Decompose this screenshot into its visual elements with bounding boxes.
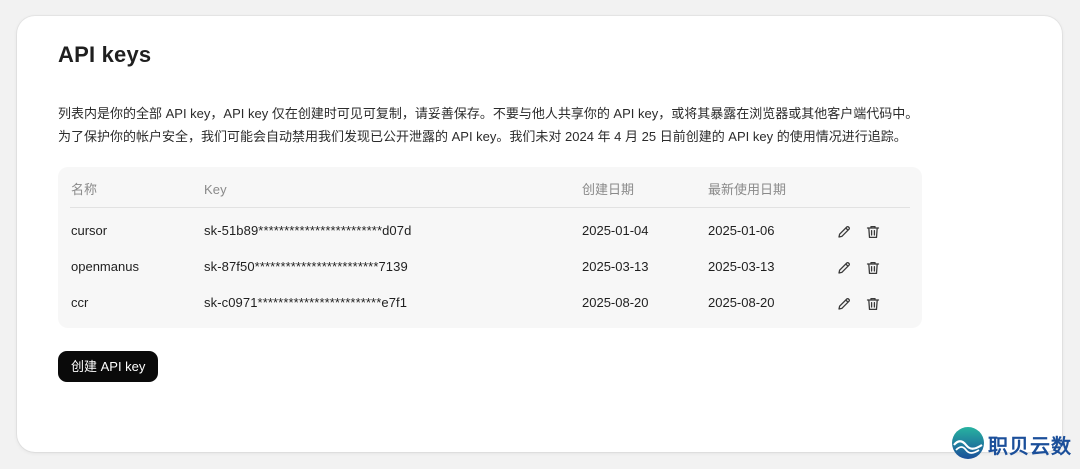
- delete-icon[interactable]: [865, 260, 881, 276]
- row-actions: [836, 249, 890, 285]
- delete-icon[interactable]: [865, 296, 881, 312]
- header-key: Key: [204, 182, 227, 197]
- description-line-2: 为了保护你的帐户安全，我们可能会自动禁用我们发现已公开泄露的 API key。我…: [58, 129, 907, 144]
- header-name: 名称: [71, 182, 98, 197]
- edit-icon[interactable]: [836, 260, 852, 276]
- key-value: sk-51b89************************d07d: [204, 223, 412, 238]
- header-last-used: 最新使用日期: [708, 182, 787, 197]
- key-name: openmanus: [71, 259, 139, 274]
- api-keys-table: 名称 Key 创建日期 最新使用日期 cursor sk-51b89******…: [58, 167, 922, 328]
- table-row: cursor sk-51b89************************d…: [58, 213, 922, 249]
- create-api-key-button[interactable]: 创建 API key: [58, 351, 159, 382]
- key-name: cursor: [71, 223, 108, 238]
- description: 列表内是你的全部 API key，API key 仅在创建时可见可复制，请妥善保…: [58, 102, 938, 148]
- created-date: 2025-03-13: [582, 259, 649, 274]
- description-line-1: 列表内是你的全部 API key，API key 仅在创建时可见可复制，请妥善保…: [58, 106, 919, 121]
- edit-icon[interactable]: [836, 296, 852, 312]
- key-name: ccr: [71, 295, 89, 310]
- api-keys-card: API keys 列表内是你的全部 API key，API key 仅在创建时可…: [17, 16, 1062, 452]
- key-value: sk-87f50************************7139: [204, 259, 408, 274]
- table-header: 名称 Key 创建日期 最新使用日期: [58, 172, 922, 208]
- delete-icon[interactable]: [865, 224, 881, 240]
- table-row: openmanus sk-87f50**********************…: [58, 249, 922, 285]
- watermark: 职贝云数: [951, 426, 1077, 462]
- row-actions: [836, 285, 890, 321]
- page-title: API keys: [58, 42, 152, 67]
- created-date: 2025-08-20: [582, 295, 649, 310]
- last-used-date: 2025-01-06: [708, 223, 775, 238]
- row-actions: [836, 213, 890, 249]
- last-used-date: 2025-03-13: [708, 259, 775, 274]
- watermark-text: 职贝云数: [988, 436, 1072, 458]
- edit-icon[interactable]: [836, 224, 852, 240]
- header-created: 创建日期: [582, 182, 635, 197]
- key-value: sk-c0971************************e7f1: [204, 295, 408, 310]
- table-row: ccr sk-c0971************************e7f1…: [58, 285, 922, 321]
- wave-logo-icon: [951, 426, 985, 465]
- last-used-date: 2025-08-20: [708, 295, 775, 310]
- created-date: 2025-01-04: [582, 223, 649, 238]
